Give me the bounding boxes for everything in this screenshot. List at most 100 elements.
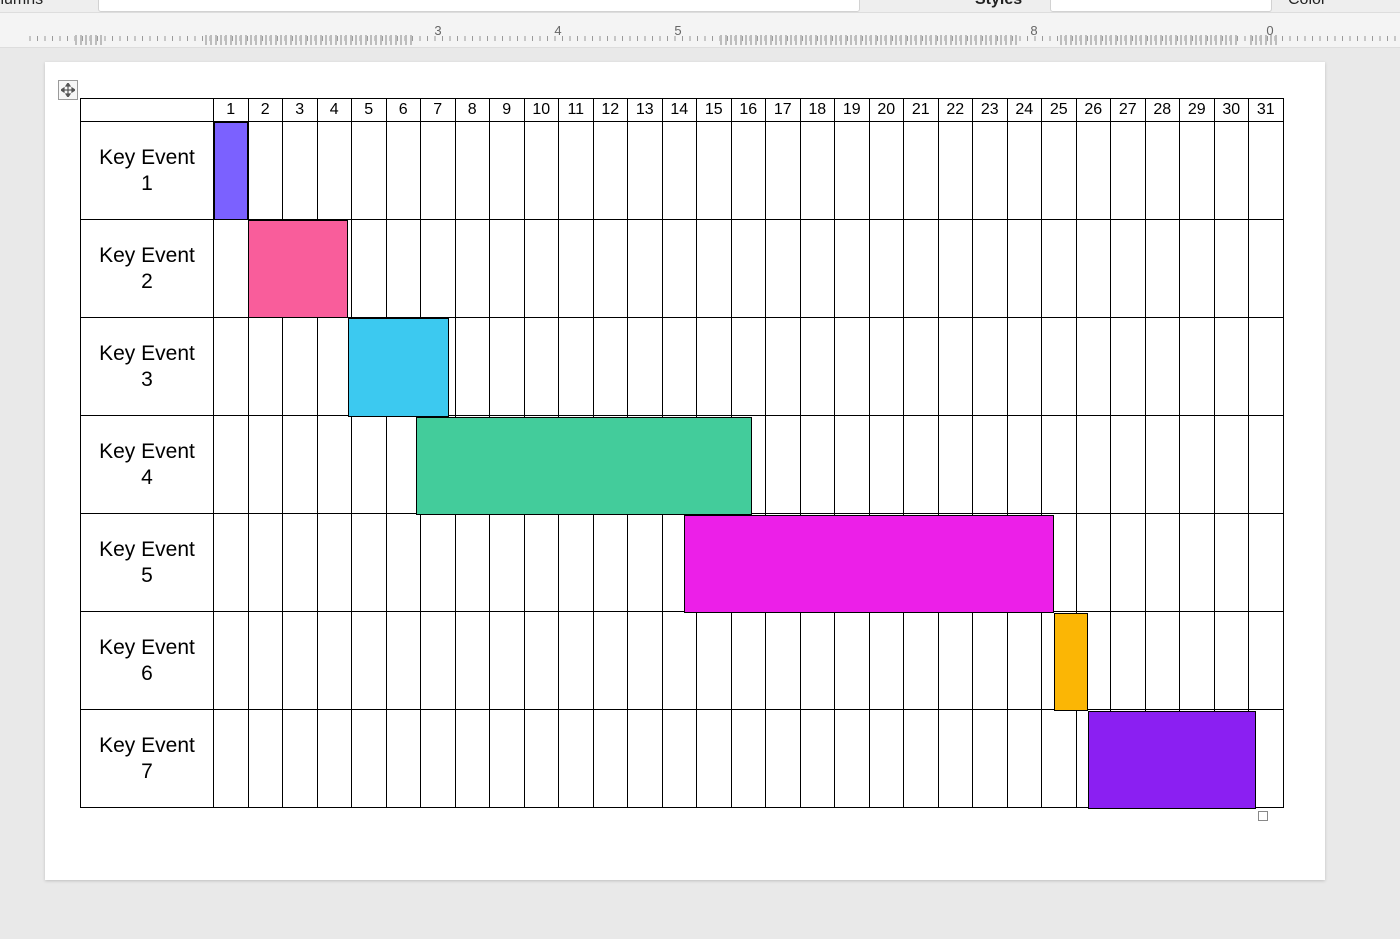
day-header: 15 — [697, 99, 732, 122]
day-header: 8 — [455, 99, 490, 122]
gantt-cell — [455, 710, 490, 808]
gantt-cell — [835, 318, 870, 416]
gantt-cell — [490, 122, 525, 220]
gantt-cell — [490, 710, 525, 808]
gantt-row: Key Event2 — [81, 220, 1284, 318]
gantt-cell — [1145, 514, 1180, 612]
table-move-handle[interactable] — [58, 80, 78, 100]
gantt-cell — [835, 122, 870, 220]
gantt-cell — [731, 514, 766, 612]
gantt-cell — [731, 416, 766, 514]
gantt-cell — [524, 318, 559, 416]
gantt-cell — [628, 710, 663, 808]
gantt-cell — [628, 122, 663, 220]
gantt-cell — [386, 220, 421, 318]
gantt-cell — [421, 220, 456, 318]
gantt-cell — [938, 220, 973, 318]
gantt-cell — [1076, 416, 1111, 514]
row-label: Key Event5 — [81, 514, 214, 612]
gantt-cell — [628, 514, 663, 612]
gantt-cell — [1111, 612, 1146, 710]
day-header: 9 — [490, 99, 525, 122]
table-resize-handle[interactable] — [1258, 811, 1268, 821]
gantt-cell — [559, 220, 594, 318]
day-header: 5 — [352, 99, 387, 122]
day-header: 10 — [524, 99, 559, 122]
gantt-cell — [766, 612, 801, 710]
gantt-cell — [1076, 318, 1111, 416]
gantt-cell — [1249, 612, 1284, 710]
gantt-cell — [1111, 220, 1146, 318]
gantt-cell — [1249, 220, 1284, 318]
gantt-cell — [938, 416, 973, 514]
gantt-cell — [524, 122, 559, 220]
gantt-cell — [214, 220, 249, 318]
gantt-cell — [973, 122, 1008, 220]
gantt-cell — [731, 710, 766, 808]
gantt-corner-cell — [81, 99, 214, 122]
gantt-cell — [869, 416, 904, 514]
gantt-cell — [869, 612, 904, 710]
svg-text:8: 8 — [1030, 23, 1037, 38]
gantt-cell — [490, 612, 525, 710]
gantt-cell — [317, 514, 352, 612]
gantt-cell — [973, 220, 1008, 318]
gantt-cell — [904, 220, 939, 318]
gantt-cell — [317, 416, 352, 514]
day-header: 30 — [1214, 99, 1249, 122]
gantt-cell — [1111, 122, 1146, 220]
day-header: 18 — [800, 99, 835, 122]
gantt-cell — [1180, 220, 1215, 318]
gantt-cell — [800, 220, 835, 318]
gantt-cell — [1007, 710, 1042, 808]
gantt-cell — [766, 318, 801, 416]
gantt-cell — [1007, 612, 1042, 710]
gantt-cell — [352, 612, 387, 710]
gantt-cell — [1145, 710, 1180, 808]
gantt-cell — [1145, 122, 1180, 220]
gantt-cell — [214, 318, 249, 416]
day-header: 31 — [1249, 99, 1284, 122]
gantt-cell — [1042, 122, 1077, 220]
app-toolbar: Columns Styles Color — [0, 0, 1400, 12]
gantt-cell — [524, 514, 559, 612]
gantt-cell — [214, 612, 249, 710]
gantt-cell — [214, 710, 249, 808]
gantt-cell — [697, 710, 732, 808]
gantt-cell — [766, 220, 801, 318]
gantt-cell — [697, 416, 732, 514]
gantt-cell — [835, 710, 870, 808]
gantt-cell — [973, 318, 1008, 416]
gantt-cell — [731, 612, 766, 710]
styles-dropdown[interactable] — [1050, 0, 1272, 12]
gantt-cell — [317, 318, 352, 416]
day-header: 25 — [1042, 99, 1077, 122]
gantt-cell — [1249, 514, 1284, 612]
gantt-cell — [524, 612, 559, 710]
gantt-cell — [1214, 318, 1249, 416]
toolbar-field[interactable] — [98, 0, 860, 12]
gantt-cell — [1214, 612, 1249, 710]
gantt-cell — [352, 710, 387, 808]
gantt-cell — [1111, 318, 1146, 416]
gantt-cell — [1042, 416, 1077, 514]
gantt-cell — [1214, 220, 1249, 318]
gantt-cell — [938, 318, 973, 416]
gantt-cell — [800, 416, 835, 514]
gantt-cell — [455, 416, 490, 514]
gantt-cell — [317, 220, 352, 318]
gantt-cell — [248, 318, 283, 416]
gantt-cell — [904, 318, 939, 416]
gantt-cell — [869, 318, 904, 416]
gantt-cell — [455, 122, 490, 220]
day-header: 2 — [248, 99, 283, 122]
gantt-cell — [524, 220, 559, 318]
gantt-cell — [1076, 710, 1111, 808]
gantt-cell — [421, 318, 456, 416]
gantt-cell — [352, 220, 387, 318]
row-label: Key Event6 — [81, 612, 214, 710]
gantt-cell — [593, 416, 628, 514]
gantt-cell — [1180, 318, 1215, 416]
gantt-cell — [386, 318, 421, 416]
gantt-cell — [1042, 514, 1077, 612]
